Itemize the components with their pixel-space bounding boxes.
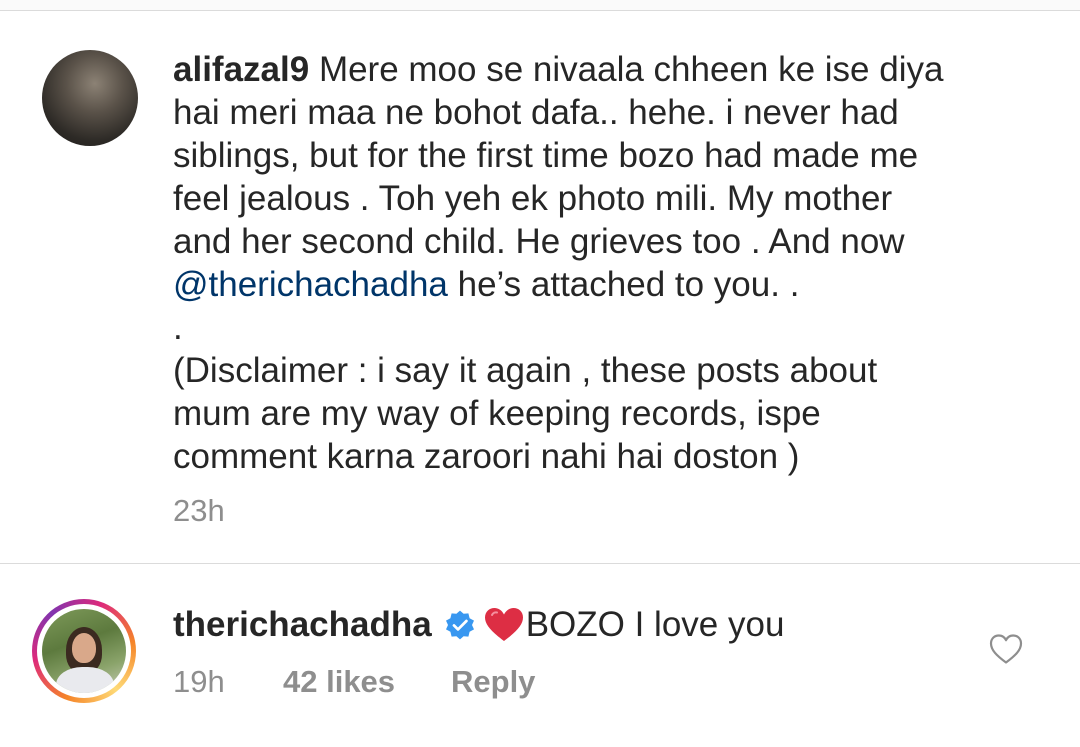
reply-button[interactable]: Reply [451,664,535,700]
disclaimer-line-2: mum are my way of keeping records, ispe [173,394,821,433]
heart-outline-icon[interactable] [989,633,1023,665]
disclaimer-line-1: (Disclaimer : i say it again , these pos… [173,351,878,390]
comment-username[interactable]: therichachadha [173,603,432,646]
story-ring[interactable] [32,599,136,703]
mention-link[interactable]: @therichachadha [173,265,448,304]
avatar-shirt [56,667,114,693]
story-ring-gap [37,604,131,698]
caption-mention-suffix: he’s attached to you. . [447,265,800,304]
avatar-alifazal9[interactable] [42,50,138,146]
caption-dot-line: . [173,308,183,347]
caption-timestamp: 23h [173,493,225,528]
disclaimer-line-3: comment karna zaroori nahi hai doston ) [173,437,800,476]
red-heart-emoji-icon [484,607,523,641]
caption-line-1: Mere moo se nivaala chheen ke ise diya [318,50,944,89]
caption-line-5: and her second child. He grieves too . A… [173,222,905,261]
post-caption: alifazal9 Mere moo se nivaala chheen ke … [0,0,1080,563]
comment-divider [0,563,1080,564]
comment-likes-count[interactable]: 42 likes [283,664,451,700]
comment-line: therichachadha BOZO I love you [173,603,784,646]
caption-line-4: feel jealous . Toh yeh ek photo mili. My… [173,179,893,218]
comment-timestamp: 19h [173,664,225,699]
comment-meta: 19h 42 likes Reply [173,664,535,700]
caption-line-2: hai meri maa ne bohot dafa.. hehe. i nev… [173,93,899,132]
avatar-therichachadha[interactable] [42,609,126,693]
verified-badge-icon [445,610,474,639]
caption-username[interactable]: alifazal9 [173,50,309,89]
avatar-face [72,633,96,663]
caption-line-3: siblings, but for the first time bozo ha… [173,136,919,175]
caption-text: alifazal9 Mere moo se nivaala chheen ke … [173,48,1033,478]
comment-text: BOZO I love you [525,605,785,644]
